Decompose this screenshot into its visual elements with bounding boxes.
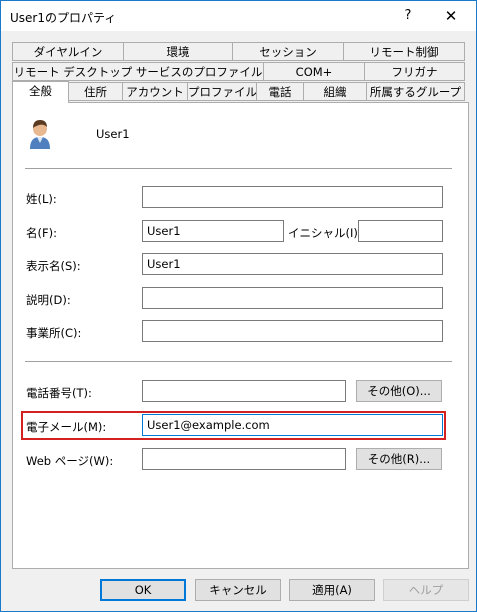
apply-button[interactable]: 適用(A) (289, 579, 375, 601)
tab-general[interactable]: 全般 (12, 81, 69, 103)
separator (25, 361, 452, 362)
display-name-field[interactable]: User1 (142, 253, 443, 275)
tab-rds-profile[interactable]: リモート デスクトップ サービスのプロファイル (12, 62, 264, 81)
cancel-button[interactable]: キャンセル (195, 579, 281, 601)
tab-organization[interactable]: 組織 (303, 82, 367, 101)
description-label: 説明(D): (26, 293, 71, 307)
last-name-label: 姓(L): (26, 192, 57, 206)
phone-other-button[interactable]: その他(O)... (356, 380, 442, 402)
title-bar: User1のプロパティ ? ✕ (1, 1, 476, 31)
properties-dialog: User1のプロパティ ? ✕ ダイヤルイン 環境 セッション リモート制御 リ… (0, 0, 477, 612)
phone-field[interactable] (142, 380, 346, 402)
email-field[interactable]: User1@example.com (142, 414, 443, 436)
office-field[interactable] (142, 320, 443, 342)
tab-telephones[interactable]: 電話 (256, 82, 304, 101)
general-tab-panel: User1 姓(L): 名(F): User1 イニシャル(I): 表示名(S)… (12, 102, 469, 569)
tab-address[interactable]: 住所 (68, 82, 123, 101)
initials-label: イニシャル(I): (288, 226, 362, 240)
help-button[interactable]: ヘルプ (383, 579, 469, 601)
help-icon[interactable]: ? (393, 5, 423, 27)
tab-account[interactable]: アカウント (122, 82, 188, 101)
web-other-button[interactable]: その他(R)... (356, 448, 442, 470)
web-page-field[interactable] (142, 448, 346, 470)
tab-session[interactable]: セッション (232, 42, 344, 61)
display-name-label: 表示名(S): (26, 259, 81, 273)
last-name-field[interactable] (142, 186, 443, 208)
email-label: 電子メール(M): (26, 420, 107, 434)
tab-furigana[interactable]: フリガナ (364, 62, 465, 81)
ok-button[interactable]: OK (100, 579, 186, 601)
close-icon[interactable]: ✕ (431, 5, 471, 27)
tab-dialin[interactable]: ダイヤルイン (12, 42, 124, 61)
tab-remote-control[interactable]: リモート制御 (343, 42, 465, 61)
first-name-field[interactable]: User1 (142, 220, 284, 242)
web-page-label: Web ページ(W): (26, 454, 114, 468)
first-name-label: 名(F): (26, 226, 57, 240)
separator (25, 168, 452, 169)
tab-environment[interactable]: 環境 (123, 42, 233, 61)
window-title: User1のプロパティ (10, 11, 117, 25)
phone-label: 電話番号(T): (26, 386, 92, 400)
user-icon (26, 118, 54, 153)
office-label: 事業所(C): (26, 326, 82, 340)
user-display-name: User1 (96, 127, 130, 141)
description-field[interactable] (142, 287, 443, 309)
initials-field[interactable] (358, 220, 443, 242)
tab-member-of[interactable]: 所属するグループ (366, 82, 465, 101)
tab-complus[interactable]: COM+ (263, 62, 365, 81)
tab-profile[interactable]: プロファイル (187, 82, 257, 101)
